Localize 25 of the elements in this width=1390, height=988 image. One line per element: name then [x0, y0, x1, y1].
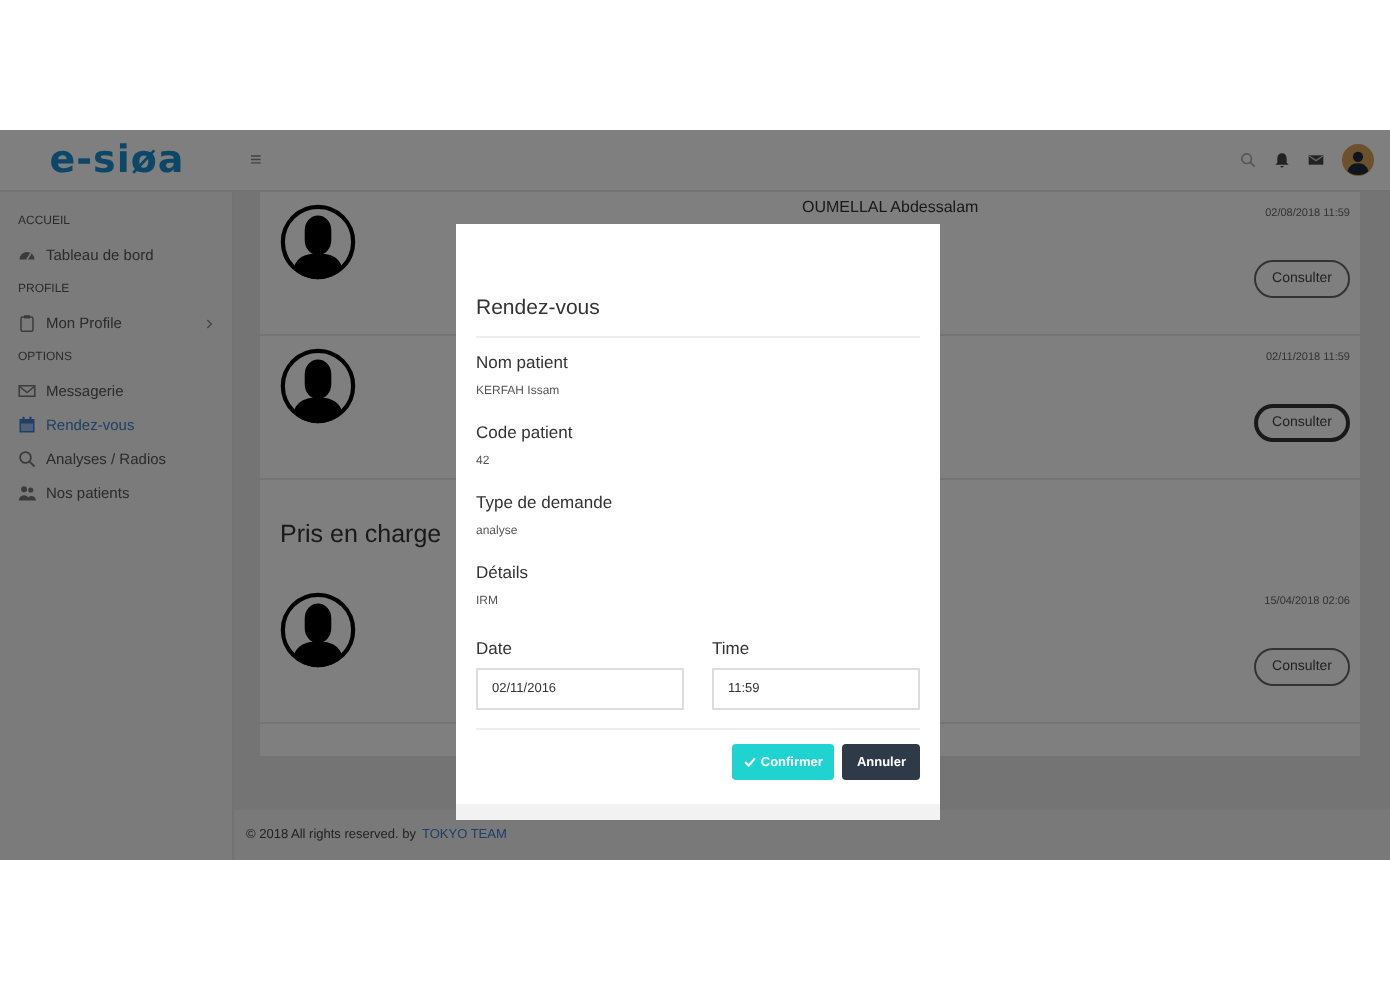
user-avatar-icon[interactable] [1342, 144, 1374, 176]
patient-name: OUMELLAL Abdessalam [802, 198, 981, 216]
users-icon [18, 484, 36, 502]
field-label: Détails [476, 562, 530, 582]
search-icon [18, 450, 36, 468]
clipboard-icon [18, 314, 36, 332]
field-label: Type de demande [476, 492, 615, 512]
chevron-icon [206, 317, 214, 329]
field-label: Nom patient [476, 352, 570, 372]
section-title: Pris en charge [280, 520, 442, 548]
logo: e-siøa [47, 138, 187, 182]
dashboard-icon [18, 246, 36, 264]
field-label: Time [712, 638, 752, 658]
menu-icon[interactable]: ≡ [250, 149, 262, 171]
field-label: Date [476, 638, 514, 658]
avatar-icon [280, 348, 356, 424]
modal-title: Rendez-vous [476, 296, 920, 338]
avatar-icon [280, 204, 356, 280]
field-label: Code patient [476, 422, 575, 442]
check-icon [744, 756, 757, 768]
bell-icon[interactable] [1274, 152, 1290, 168]
envelope-icon[interactable] [1308, 152, 1324, 168]
calendar-icon [18, 416, 36, 434]
avatar-icon [280, 592, 356, 668]
envelope-icon [18, 382, 36, 400]
